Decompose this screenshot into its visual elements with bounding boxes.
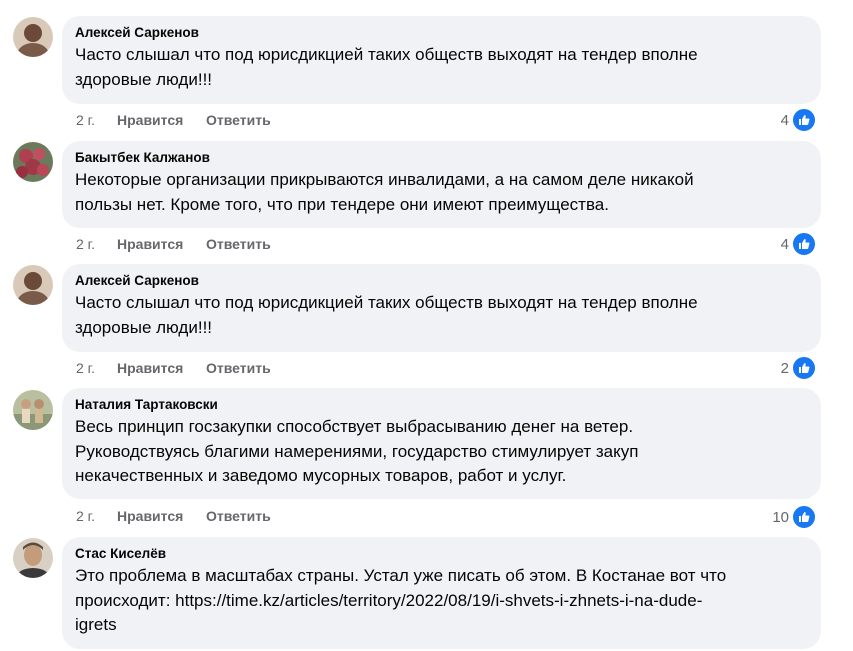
avatar[interactable] (13, 390, 53, 430)
thumbs-up-icon (792, 356, 816, 380)
reply-button[interactable]: Ответить (206, 111, 271, 129)
comment-author[interactable]: Стас Киселёв (75, 545, 809, 563)
reactions[interactable]: 2 (781, 356, 816, 380)
reaction-count: 10 (772, 508, 789, 526)
comment-bubble: Стас Киселёв Это проблема в масштабах ст… (62, 537, 821, 649)
reactions[interactable]: 4 (781, 232, 816, 256)
comment-time[interactable]: 2 г. (76, 111, 117, 129)
comment-text-line: Это проблема в масштабах страны. Устал у… (75, 566, 727, 585)
comment-actions: 2 г. Нравится Ответить (76, 235, 271, 253)
reply-button[interactable]: Ответить (206, 235, 271, 253)
comment-text-line: некачественных и заведомо мусорных товар… (75, 466, 567, 485)
thumbs-up-icon (792, 108, 816, 132)
like-button[interactable]: Нравится (117, 235, 206, 253)
comment-text-line: Весь принцип госзакупки способствует выб… (75, 417, 634, 436)
comment-author[interactable]: Алексей Саркенов (75, 24, 809, 42)
reaction-count: 4 (780, 111, 789, 129)
thumbs-up-icon (792, 505, 816, 529)
comment-author[interactable]: Наталия Тартаковски (75, 396, 809, 414)
comment-text-line: Часто слышал что под юрисдикцией таких о… (75, 293, 698, 312)
comment-text-line: Часто слышал что под юрисдикцией таких о… (75, 45, 698, 64)
avatar[interactable] (13, 538, 53, 578)
comment-text-line: Руководствуясь благими намерениями, госу… (75, 441, 639, 461)
comment-bubble: Алексей Саркенов Часто слышал что под юр… (62, 16, 821, 104)
avatar[interactable] (13, 142, 53, 182)
comment-text-line: пользы нет. Кроме того, что при тендере … (75, 194, 609, 214)
comment-bubble: Бакытбек Калжанов Некоторые организации … (62, 141, 821, 228)
comment-author[interactable]: Алексей Саркенов (75, 272, 809, 290)
reply-button[interactable]: Ответить (206, 359, 271, 377)
comment-author[interactable]: Бакытбек Калжанов (75, 149, 809, 167)
reaction-count: 2 (780, 359, 789, 377)
comment-time[interactable]: 2 г. (76, 359, 117, 377)
like-button[interactable]: Нравится (117, 507, 206, 525)
comment-bubble: Наталия Тартаковски Весь принцип госзаку… (62, 388, 821, 499)
comment-time[interactable]: 2 г. (76, 235, 117, 253)
reaction-count: 4 (780, 235, 789, 253)
comment-bubble: Алексей Саркенов Часто слышал что под юр… (62, 264, 821, 352)
comment-text-line: здоровые люди!!! (75, 69, 213, 89)
comment-text-line[interactable]: igrets (75, 613, 809, 638)
reply-button[interactable]: Ответить (206, 507, 271, 525)
comment-actions: 2 г. Нравится Ответить (76, 359, 271, 377)
comment-actions: 2 г. Нравится Ответить (76, 507, 271, 525)
thumbs-up-icon (792, 232, 816, 256)
comment-text-line[interactable]: происходит: https://time.kz/articles/ter… (75, 589, 809, 614)
comment-actions: 2 г. Нравится Ответить (76, 111, 271, 129)
comment-time[interactable]: 2 г. (76, 507, 117, 525)
comment-text-line: здоровые люди!!! (75, 317, 213, 337)
reactions[interactable]: 10 (772, 505, 816, 529)
avatar[interactable] (13, 265, 53, 305)
avatar[interactable] (13, 17, 53, 57)
reactions[interactable]: 4 (781, 108, 816, 132)
like-button[interactable]: Нравится (117, 359, 206, 377)
like-button[interactable]: Нравится (117, 111, 206, 129)
comment-text-line: Некоторые организации прикрываются инвал… (75, 170, 694, 189)
